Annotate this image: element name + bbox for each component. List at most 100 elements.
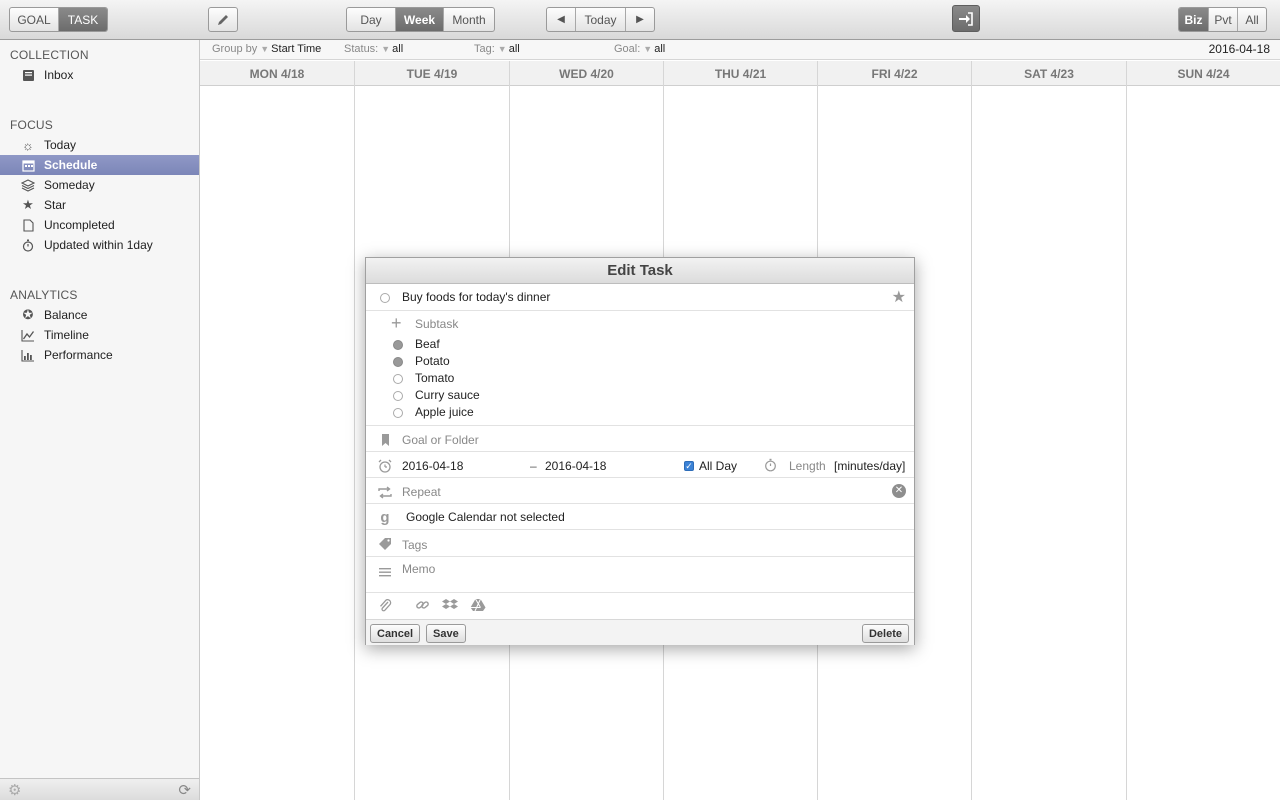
edit-button[interactable] [208, 7, 238, 32]
cancel-button[interactable]: Cancel [370, 624, 421, 643]
sidebar-item-label: Performance [44, 348, 113, 362]
memo-input[interactable]: Memo [402, 562, 435, 576]
goal-row: Goal or Folder [366, 426, 914, 452]
sidebar-item-label: Someday [44, 178, 95, 192]
goal-input[interactable]: Goal or Folder [402, 433, 479, 447]
tab-biz[interactable]: Biz [1179, 8, 1209, 31]
day-column[interactable] [972, 86, 1127, 800]
sidebar-item-updated[interactable]: Updated within 1day [0, 235, 199, 255]
sidebar-item-label: Balance [44, 308, 88, 322]
sidebar-item-inbox[interactable]: Inbox [0, 65, 199, 85]
tab-pvt[interactable]: Pvt [1209, 8, 1238, 31]
tab-month[interactable]: Month [444, 8, 494, 31]
status-filter[interactable]: Status: ▼ all [344, 43, 403, 55]
clear-repeat-icon[interactable]: ✕ [892, 484, 906, 498]
balance-star-icon: ✪ [22, 307, 34, 322]
dropbox-icon[interactable] [442, 598, 458, 615]
sidebar-item-star[interactable]: ★ Star [0, 195, 199, 215]
subtask-name[interactable]: Apple juice [415, 405, 474, 419]
edit-task-dialog: Edit Task Buy foods for today's dinner ★… [365, 257, 915, 645]
google-calendar-status[interactable]: Google Calendar not selected [406, 510, 565, 524]
tag-filter[interactable]: Tag: ▼ all [474, 43, 520, 55]
tab-task[interactable]: TASK [59, 8, 107, 31]
end-date-field[interactable]: 2016-04-18 [545, 459, 606, 473]
status-value: all [392, 43, 404, 55]
day-header: MON 4/18 [200, 61, 355, 86]
tab-day[interactable]: Day [347, 8, 396, 31]
export-button[interactable] [952, 5, 980, 32]
sidebar-item-today[interactable]: ☼ Today [0, 135, 199, 155]
day-header: THU 4/21 [664, 61, 818, 86]
repeat-input[interactable]: Repeat [402, 485, 441, 499]
sidebar-item-schedule[interactable]: Schedule [0, 155, 199, 175]
filter-bar: Group by ▼ Start Time Status: ▼ all Tag: ▼ all… [200, 40, 1280, 60]
sidebar-footer: ⚙ ⟳ [0, 778, 199, 800]
date-navigation: ◀ Today ▶ [546, 7, 655, 32]
all-day-checkbox[interactable]: ✓ [684, 461, 694, 471]
task-name-field[interactable]: Buy foods for today's dinner [402, 290, 550, 304]
settings-gear-icon[interactable]: ⚙ [8, 781, 21, 799]
tag-icon [376, 535, 394, 553]
tab-week[interactable]: Week [396, 8, 444, 31]
day-header: TUE 4/19 [355, 61, 510, 86]
sidebar-item-balance[interactable]: ✪ Balance [0, 305, 199, 325]
dropdown-triangle-icon: ▼ [643, 44, 653, 54]
link-icon[interactable] [415, 598, 430, 615]
next-button[interactable]: ▶ [626, 8, 654, 31]
tab-goal[interactable]: GOAL [10, 8, 59, 31]
tab-all[interactable]: All [1238, 8, 1266, 31]
subtask-checkbox[interactable] [393, 357, 403, 367]
repeat-row: Repeat ✕ [366, 478, 914, 504]
alarm-clock-icon [376, 457, 394, 475]
paperclip-icon[interactable] [378, 598, 392, 616]
today-button[interactable]: Today [576, 8, 626, 31]
sidebar-item-timeline[interactable]: Timeline [0, 325, 199, 345]
week-header: MON 4/18 TUE 4/19 WED 4/20 THU 4/21 FRI … [200, 61, 1280, 86]
subtask-name[interactable]: Curry sauce [415, 388, 480, 402]
bookmark-icon [376, 431, 394, 449]
subtask-checkbox[interactable] [393, 340, 403, 350]
delete-button[interactable]: Delete [861, 624, 909, 643]
subtask-name[interactable]: Beaf [415, 337, 440, 351]
group-by-filter[interactable]: Group by ▼ Start Time [212, 43, 321, 55]
section-title-analytics: ANALYTICS [10, 288, 78, 302]
goal-value: all [654, 43, 666, 55]
goal-filter[interactable]: Goal: ▼ all [614, 43, 665, 55]
sidebar-item-label: Star [44, 198, 67, 212]
memo-row: Memo [366, 557, 914, 593]
view-switch: Day Week Month [346, 7, 495, 32]
sync-icon[interactable]: ⟳ [178, 781, 191, 799]
sidebar-item-uncompleted[interactable]: Uncompleted [0, 215, 199, 235]
day-header: WED 4/20 [510, 61, 664, 86]
subtask-name[interactable]: Tomato [415, 371, 454, 385]
bar-chart-icon [20, 347, 36, 363]
star-icon[interactable]: ★ [892, 287, 906, 307]
subtask-checkbox[interactable] [393, 391, 403, 401]
start-date-field[interactable]: 2016-04-18 [402, 459, 463, 473]
subtask-name[interactable]: Potato [415, 354, 450, 368]
dropdown-triangle-icon: ▼ [260, 44, 270, 54]
google-drive-icon[interactable] [470, 598, 486, 615]
day-column[interactable] [200, 86, 355, 800]
day-header: SUN 4/24 [1177, 66, 1230, 81]
subtask-checkbox[interactable] [393, 374, 403, 384]
all-day-label: All Day [699, 459, 738, 473]
dialog-footer: Cancel Save Delete [366, 619, 914, 645]
save-button[interactable]: Save [426, 624, 466, 643]
calendar-icon [20, 157, 36, 173]
layers-icon [20, 177, 36, 193]
subtask-input[interactable]: Subtask [415, 317, 458, 331]
subtask-checkbox[interactable] [393, 408, 403, 418]
sun-icon: ☼ [22, 137, 34, 153]
sidebar-item-someday[interactable]: Someday [0, 175, 199, 195]
length-input[interactable]: [minutes/day] [834, 459, 905, 473]
add-subtask-icon[interactable]: + [391, 314, 402, 332]
repeat-icon [376, 483, 394, 501]
tag-label: Tag: [474, 43, 495, 55]
sidebar-item-performance[interactable]: Performance [0, 345, 199, 365]
task-complete-checkbox[interactable] [380, 293, 390, 303]
subtask-section: + Subtask Beaf Potato Tomato Curry sauce… [366, 311, 914, 426]
tags-input[interactable]: Tags [402, 538, 427, 552]
day-column[interactable] [1127, 86, 1280, 800]
previous-button[interactable]: ◀ [547, 8, 576, 31]
